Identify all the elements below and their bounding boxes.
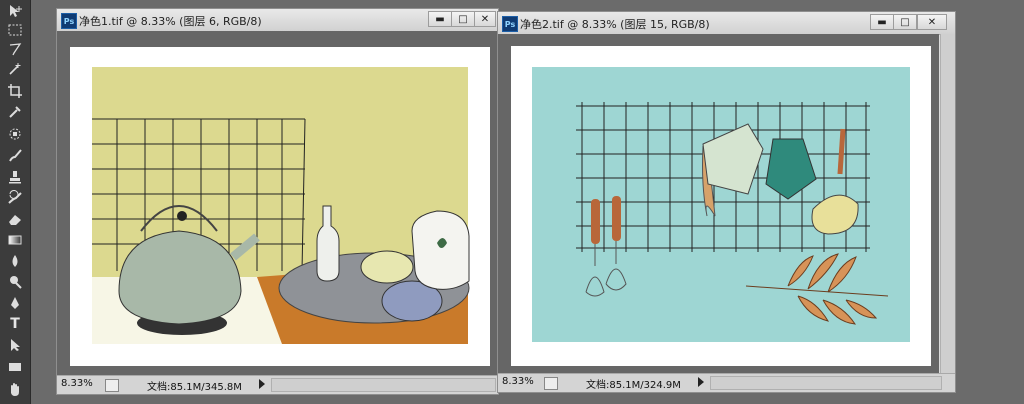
masher-handle	[612, 196, 621, 241]
clone-stamp-tool-icon[interactable]	[5, 168, 25, 186]
status-icon[interactable]	[105, 379, 119, 392]
close-button[interactable]: ✕	[474, 11, 496, 27]
teapot	[411, 210, 470, 290]
horizontal-scrollbar[interactable]	[271, 378, 496, 392]
vertical-scrollbar[interactable]	[940, 34, 955, 374]
photoshop-icon: Ps	[61, 13, 77, 29]
hand-tool-icon[interactable]	[5, 380, 25, 398]
brush-tool-icon[interactable]	[5, 147, 25, 165]
crop-tool-icon[interactable]	[5, 82, 25, 100]
eraser-tool-icon[interactable]	[5, 210, 25, 228]
minimize-button[interactable]: ▬	[870, 14, 894, 30]
photoshop-icon: Ps	[502, 16, 518, 32]
type-tool-icon[interactable]: T	[5, 315, 25, 333]
move-tool-icon[interactable]	[5, 2, 25, 20]
zoom-level[interactable]: 8.33%	[502, 376, 534, 387]
close-button[interactable]: ✕	[917, 14, 947, 30]
zoom-level[interactable]: 8.33%	[61, 378, 93, 389]
gradient-tool-icon[interactable]	[5, 231, 25, 249]
marquee-tool-icon[interactable]	[5, 21, 25, 39]
document-window-2[interactable]: Ps 净色2.tif @ 8.33% (图层 15, RGB/8) ▬ □ ✕	[497, 11, 956, 393]
window-1-statusbar: 8.33% 文档:85.1M/345.8M	[57, 375, 498, 394]
window-2-title: 净色2.tif @ 8.33% (图层 15, RGB/8)	[520, 18, 710, 31]
artwork-kettle-scene	[70, 47, 490, 366]
artwork-grid-utensils	[511, 46, 931, 366]
magic-wand-tool-icon[interactable]	[5, 60, 25, 78]
maximize-button[interactable]: □	[451, 11, 475, 27]
document-size: 文档:85.1M/345.8M	[147, 382, 242, 393]
canvas-area[interactable]	[498, 34, 939, 374]
status-menu-arrow-icon[interactable]	[259, 379, 265, 389]
status-menu-arrow-icon[interactable]	[698, 377, 704, 387]
shape-tool-icon[interactable]	[5, 358, 25, 376]
document-window-1[interactable]: Ps 净色1.tif @ 8.33% (图层 6, RGB/8) ▬ □ ✕ 8…	[56, 8, 499, 395]
path-selection-tool-icon[interactable]	[5, 336, 25, 354]
window-2-titlebar[interactable]: Ps 净色2.tif @ 8.33% (图层 15, RGB/8) ▬ □ ✕	[498, 12, 955, 35]
minimize-button[interactable]: ▬	[428, 11, 452, 27]
document-size: 文档:85.1M/324.9M	[586, 380, 681, 391]
lasso-tool-icon[interactable]	[5, 40, 25, 58]
history-brush-tool-icon[interactable]	[5, 189, 25, 207]
blur-tool-icon[interactable]	[5, 252, 25, 270]
pen-tool-icon[interactable]	[5, 294, 25, 312]
dodge-tool-icon[interactable]	[5, 273, 25, 291]
window-1-title: 净色1.tif @ 8.33% (图层 6, RGB/8)	[79, 15, 262, 28]
bowl-yellow	[360, 250, 414, 284]
status-icon[interactable]	[544, 377, 558, 390]
tools-panel: T	[0, 0, 31, 404]
whisk-handle	[591, 199, 600, 244]
horizontal-scrollbar[interactable]	[710, 376, 942, 390]
window-1-titlebar[interactable]: Ps 净色1.tif @ 8.33% (图层 6, RGB/8) ▬ □ ✕	[57, 9, 498, 32]
maximize-button[interactable]: □	[893, 14, 917, 30]
healing-brush-tool-icon[interactable]	[5, 125, 25, 143]
window-2-statusbar: 8.33% 文档:85.1M/324.9M	[498, 373, 955, 392]
canvas-area[interactable]	[57, 31, 498, 376]
eyedropper-tool-icon[interactable]	[5, 103, 25, 121]
